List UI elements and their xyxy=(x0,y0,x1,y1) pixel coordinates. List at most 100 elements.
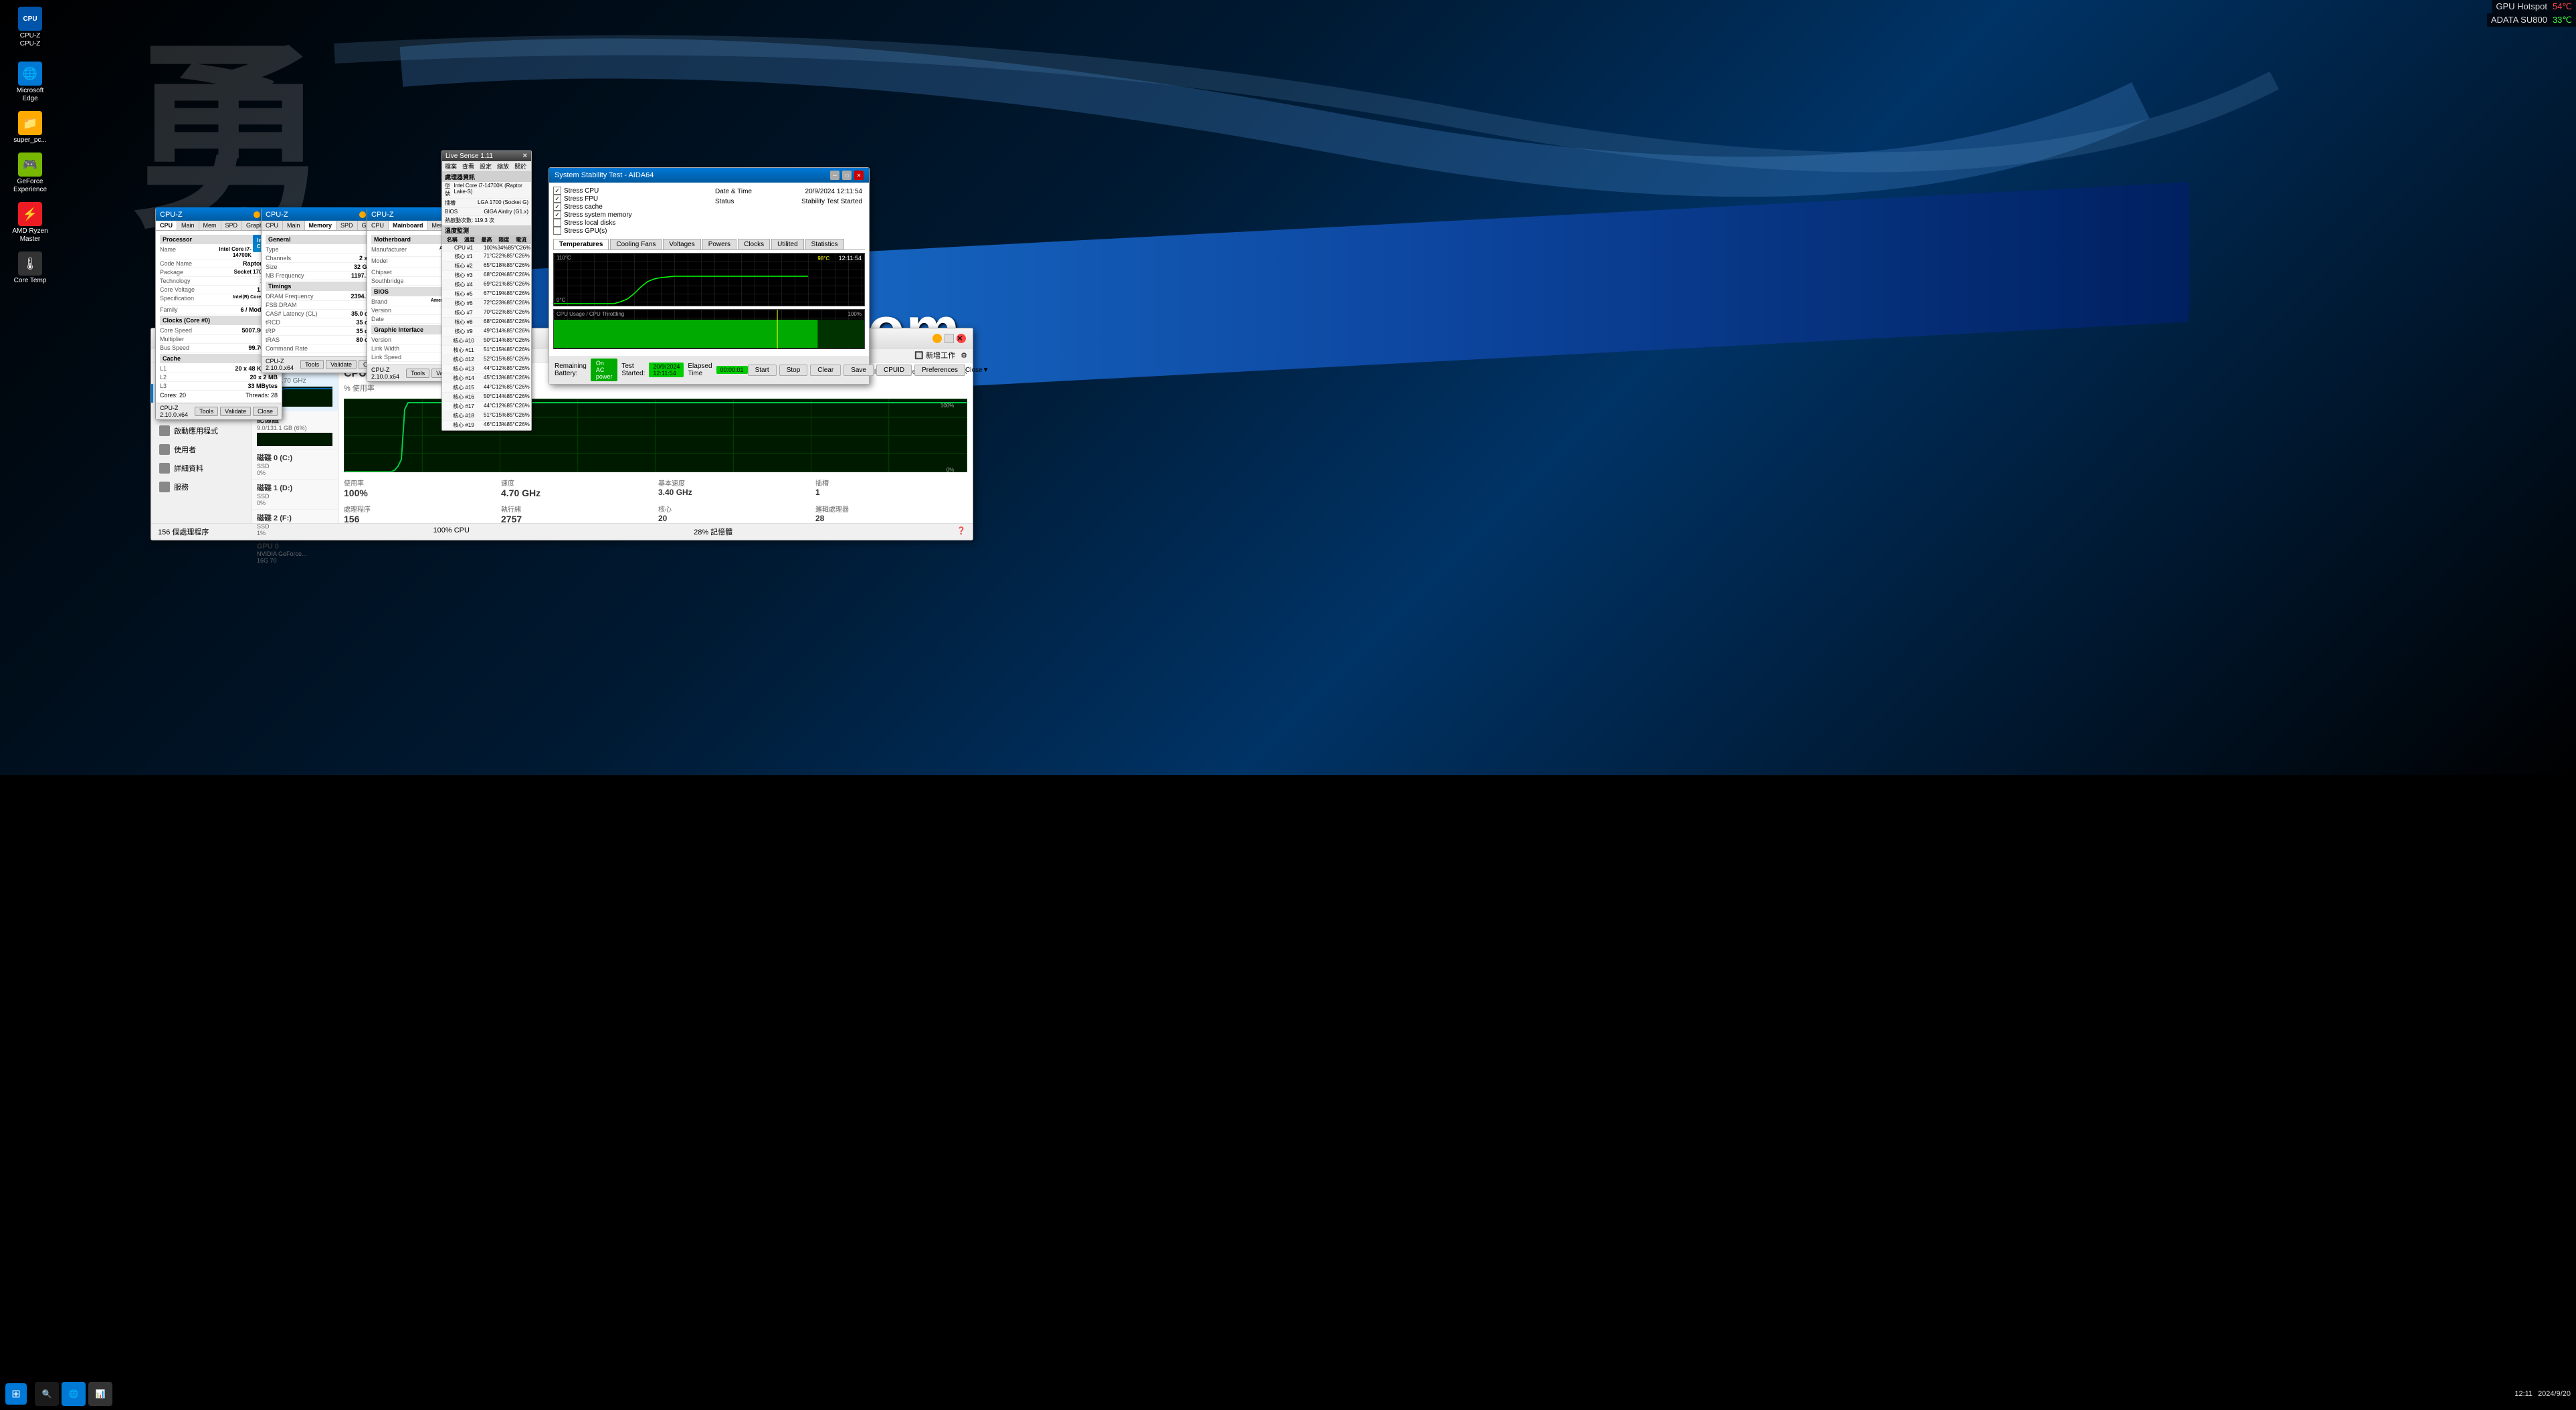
svg-text:98°C: 98°C xyxy=(817,256,829,262)
tm-close-btn[interactable]: ✕ xyxy=(957,334,966,343)
cpuz2-tab-spd[interactable]: SPD xyxy=(336,221,358,230)
cpuz1-version: CPU-Z 2.10.0.x64 xyxy=(160,405,195,418)
cpuz1-tools-btn[interactable]: Tools xyxy=(195,407,218,416)
stab-test-started-time: 20/9/2024 12:11:54 xyxy=(649,363,684,377)
desktop-icon-geforce[interactable]: 🎮 GeForceExperience xyxy=(7,153,54,194)
coretemp-icon: 🌡 xyxy=(18,251,42,276)
stab-cb-gpu-box[interactable] xyxy=(553,227,561,235)
cpuz3-tools-btn[interactable]: Tools xyxy=(406,369,429,378)
stab-checkboxes-container: Stress CPU Stress FPU Stress cache Stres… xyxy=(553,187,706,235)
cpuz2-validate-btn[interactable]: Validate xyxy=(326,360,357,369)
stab-body: Stress CPU Stress FPU Stress cache Stres… xyxy=(549,183,869,356)
cpuz1-l2-row: L2 20 x 2 MB xyxy=(160,373,278,382)
cpuz2-trcd-row: tRCD 35 clocks xyxy=(266,318,383,327)
cpuz1-label: CPU-ZCPU-Z xyxy=(20,32,41,48)
ls-titlebar[interactable]: Live Sense 1.11 ✕ xyxy=(442,151,531,161)
tm-maximize-btn[interactable] xyxy=(945,334,954,343)
tm-stat-speed-value: 4.70 GHz xyxy=(501,488,653,498)
cpuz1-tab-cpu[interactable]: CPU xyxy=(156,221,177,230)
cpuz2-tab-memory[interactable]: Memory xyxy=(305,221,337,230)
stab-status-value: Stability Test Started xyxy=(801,198,862,205)
cpuz2-min-btn[interactable] xyxy=(359,211,366,218)
stab-titlebar[interactable]: System Stability Test - AIDA64 ─ □ ✕ xyxy=(549,168,869,183)
tm-perf-gpu-item[interactable]: GPU 0 NVIDIA GeForce... 16G 70 xyxy=(252,540,338,567)
taskbar-start[interactable]: ⊞ xyxy=(0,1383,32,1405)
ls-temp-header: 溫度監測 xyxy=(442,225,531,235)
start-button[interactable]: ⊞ xyxy=(5,1383,27,1405)
ls-close-btn[interactable]: ✕ xyxy=(522,153,528,160)
windows-icon: ⊞ xyxy=(11,1387,20,1401)
stab-tab-temperatures[interactable]: Temperatures xyxy=(553,239,609,249)
cpuz1-tab-spd[interactable]: SPD xyxy=(221,221,243,230)
stab-cb-fpu-box[interactable] xyxy=(553,195,561,203)
tm-sidebar-users[interactable]: 使用者 xyxy=(151,440,251,459)
details-icon xyxy=(159,463,170,474)
taskbar-edge[interactable]: 🌐 xyxy=(62,1382,86,1406)
stab-tab-utilited[interactable]: Utilited xyxy=(771,239,804,249)
ls-menu-file[interactable]: 檔案 xyxy=(445,162,457,171)
ls-menubar: 檔案 查看 設定 縮放 關於 xyxy=(442,161,531,172)
stab-start-btn[interactable]: Start xyxy=(748,365,777,376)
stab-usage-svg xyxy=(554,310,864,348)
ls-menu-settings[interactable]: 設定 xyxy=(480,162,492,171)
stab-cpuid-btn[interactable]: CPUID xyxy=(876,365,912,376)
ls-menu-about[interactable]: 關於 xyxy=(514,162,526,171)
desktop-icon-edge[interactable]: 🌐 MicrosoftEdge xyxy=(7,62,54,103)
stab-close-link[interactable]: Close▼ xyxy=(965,367,989,374)
tm-settings-btn[interactable]: ⚙ xyxy=(961,351,967,360)
cpuz1-corespeed-row: Core Speed 5007.96 MHz xyxy=(160,326,278,335)
cpuz3-tab-mainboard[interactable]: Mainboard xyxy=(389,221,428,230)
stab-cb-sysmem: Stress system memory xyxy=(553,211,706,219)
cpuz1-tab-mainboard[interactable]: Main xyxy=(177,221,199,230)
tm-stat-speed: 速度 4.70 GHz xyxy=(501,478,653,498)
tm-sidebar-details[interactable]: 詳細資料 xyxy=(151,459,251,478)
cpuz1-cache-section: Cache xyxy=(160,354,278,363)
ls-col-current: 電流 xyxy=(512,236,530,243)
tm-perf-disk2-item[interactable]: 磁碟 2 (F:) SSD 1% xyxy=(252,510,338,540)
cpuz1-min-btn[interactable] xyxy=(254,211,260,218)
tm-help-btn[interactable]: ❓ xyxy=(957,526,966,537)
ls-menu-zoom[interactable]: 縮放 xyxy=(497,162,509,171)
stab-cb-sysmem-box[interactable] xyxy=(553,211,561,219)
cpuz1-validate-btn[interactable]: Validate xyxy=(220,407,251,416)
stab-cb-localdisks-box[interactable] xyxy=(553,219,561,227)
stab-tab-voltages[interactable]: Voltages xyxy=(663,239,700,249)
cpuz2-fsb-row: FSB:DRAM 1:24 xyxy=(266,301,383,310)
stab-tab-statistics[interactable]: Statistics xyxy=(805,239,844,249)
cpuz3-tab-cpu[interactable]: CPU xyxy=(367,221,389,230)
stab-maximize-btn[interactable]: □ xyxy=(842,171,852,180)
stab-stop-btn[interactable]: Stop xyxy=(779,365,808,376)
stab-tab-clocks[interactable]: Clocks xyxy=(738,239,770,249)
cpuz2-tab-main[interactable]: Main xyxy=(283,221,305,230)
desktop-icon-folder[interactable]: 📁 super_pc... xyxy=(7,111,54,144)
cpuz1-tab-memory[interactable]: Mem xyxy=(199,221,221,230)
stab-clear-btn[interactable]: Clear xyxy=(810,365,841,376)
desktop-icon-coretemp[interactable]: 🌡 Core Temp xyxy=(7,251,54,285)
stab-minimize-btn[interactable]: ─ xyxy=(830,171,839,180)
cpuz2-tools-btn[interactable]: Tools xyxy=(300,360,324,369)
stab-tab-cooling[interactable]: Cooling Fans xyxy=(610,239,662,249)
cpuz2-tab-cpu[interactable]: CPU xyxy=(262,221,283,230)
tm-sidebar-startup[interactable]: 啟動應用程式 xyxy=(151,421,251,440)
tm-new-task-btn[interactable]: 🔲 新增工作 xyxy=(914,350,955,361)
taskbar-taskmanager[interactable]: 📊 xyxy=(88,1382,112,1406)
desktop-icon-amd[interactable]: ⚡ AMD RyzenMaster xyxy=(7,202,54,243)
stab-close-btn[interactable]: ✕ xyxy=(854,171,864,180)
ls-menu-view[interactable]: 查看 xyxy=(462,162,474,171)
stab-cb-cpu-box[interactable] xyxy=(553,187,561,195)
cpuz1-close-btn-footer[interactable]: Close xyxy=(253,407,278,416)
taskbar-search[interactable]: 🔍 xyxy=(35,1382,59,1406)
stab-cb-cache-box[interactable] xyxy=(553,203,561,211)
stab-tab-powers[interactable]: Powers xyxy=(702,239,736,249)
stab-cb-cache: Stress cache xyxy=(553,203,706,211)
cpuz2-general-section: General xyxy=(266,235,383,244)
tm-stat-utilization: 使用率 100% xyxy=(344,478,496,498)
cpuz2-cl-row: CAS# Latency (CL) 35.0 clocks xyxy=(266,310,383,318)
stab-save-btn[interactable]: Save xyxy=(844,365,874,376)
tm-sidebar-services[interactable]: 服務 xyxy=(151,478,251,496)
tm-minimize-btn[interactable] xyxy=(932,334,942,343)
tm-perf-disk0-item[interactable]: 磁碟 0 (C:) SSD 0% xyxy=(252,449,338,480)
desktop-icon-cpuz1[interactable]: CPU CPU-ZCPU-Z xyxy=(7,7,54,48)
tm-perf-disk1-item[interactable]: 磁碟 1 (D:) SSD 0% xyxy=(252,480,338,510)
stab-prefs-btn[interactable]: Preferences xyxy=(914,365,965,376)
